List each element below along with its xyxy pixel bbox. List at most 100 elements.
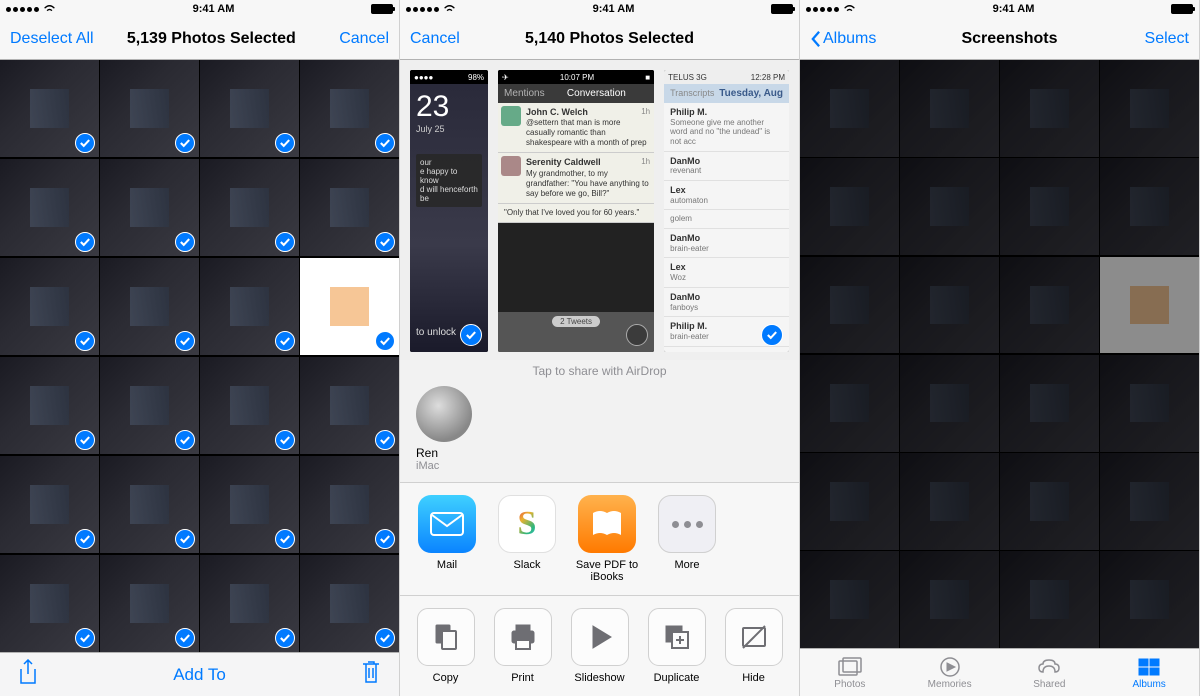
photo-thumb[interactable] (1000, 257, 1099, 354)
tab-albums[interactable]: Albums (1099, 649, 1199, 696)
preview-item[interactable]: TELUS 3G12:28 PM TranscriptsTuesday, Aug… (664, 70, 789, 352)
select-button[interactable]: Select (1129, 30, 1189, 48)
status-bar: 9:41 AM (0, 0, 399, 18)
photo-thumb[interactable] (800, 158, 899, 255)
ibooks-icon (578, 495, 636, 553)
photo-thumb[interactable] (800, 257, 899, 354)
selected-check-icon (75, 628, 95, 648)
photo-thumb[interactable] (800, 60, 899, 157)
tab-shared[interactable]: Shared (1000, 649, 1100, 696)
share-app-ibooks[interactable]: Save PDF to iBooks (574, 495, 640, 583)
photo-thumb[interactable] (0, 60, 99, 157)
airdrop-contact[interactable]: Ren iMac (400, 380, 799, 482)
photo-thumb[interactable] (200, 258, 299, 355)
tab-memories[interactable]: Memories (900, 649, 1000, 696)
photo-thumb[interactable] (1000, 551, 1099, 648)
photo-grid[interactable] (800, 60, 1199, 648)
photo-thumb[interactable] (900, 158, 999, 255)
tab-photos[interactable]: Photos (800, 649, 900, 696)
photo-thumb[interactable] (0, 456, 99, 553)
photo-thumb[interactable] (0, 258, 99, 355)
action-copy[interactable]: Copy (414, 608, 477, 684)
photo-thumb[interactable] (300, 456, 399, 553)
photo-thumb[interactable] (0, 555, 99, 652)
cancel-button[interactable]: Cancel (410, 30, 490, 48)
status-bar: 9:41 AM (800, 0, 1199, 18)
photo-thumb[interactable] (100, 357, 199, 454)
photo-thumb[interactable] (1100, 158, 1199, 255)
photo-thumb[interactable] (100, 60, 199, 157)
back-albums-button[interactable]: Albums (810, 30, 890, 48)
more-icon (658, 495, 716, 553)
photo-thumb[interactable] (100, 159, 199, 256)
action-duplicate[interactable]: Duplicate (645, 608, 708, 684)
preview-item[interactable]: ✈10:07 PM■ Mentions Conversation 1hJohn … (498, 70, 654, 352)
photo-thumb[interactable] (800, 551, 899, 648)
action-hide[interactable]: Hide (722, 608, 785, 684)
battery-icon (371, 4, 393, 14)
cancel-button[interactable]: Cancel (329, 30, 389, 48)
selected-check-icon (275, 430, 295, 450)
photo-thumb[interactable] (900, 453, 999, 550)
photo-thumb[interactable] (0, 159, 99, 256)
share-app-mail[interactable]: Mail (414, 495, 480, 583)
add-to-button[interactable]: Add To (173, 665, 226, 685)
photo-thumb[interactable] (1000, 60, 1099, 157)
photo-thumb[interactable] (300, 258, 399, 355)
share-apps-row: Mail S Slack Save PDF to iBooks More (400, 482, 799, 595)
deselect-all-button[interactable]: Deselect All (10, 30, 94, 48)
photo-thumb[interactable] (200, 555, 299, 652)
share-button[interactable] (18, 659, 38, 690)
photo-thumb[interactable] (200, 456, 299, 553)
photo-thumb[interactable] (100, 456, 199, 553)
lockscreen-date-num: 23 (416, 90, 482, 124)
photo-thumb[interactable] (900, 257, 999, 354)
photo-thumb[interactable] (300, 60, 399, 157)
photo-thumb[interactable] (200, 357, 299, 454)
slack-icon: S (498, 495, 556, 553)
selected-check-icon (375, 529, 395, 549)
photo-thumb[interactable] (1100, 257, 1199, 354)
photo-thumb[interactable] (300, 357, 399, 454)
action-print[interactable]: Print (491, 608, 554, 684)
selected-check-icon (175, 628, 195, 648)
photo-thumb[interactable] (300, 159, 399, 256)
photo-thumb[interactable] (1100, 355, 1199, 452)
photo-thumb[interactable] (1000, 453, 1099, 550)
photo-thumb[interactable] (200, 159, 299, 256)
share-actions-row: Copy Print Slideshow Duplicate Hide (400, 595, 799, 696)
photo-thumb[interactable] (100, 555, 199, 652)
photo-thumb[interactable] (100, 258, 199, 355)
photo-thumb[interactable] (900, 60, 999, 157)
wifi-icon (443, 4, 456, 14)
trash-icon (361, 659, 381, 685)
photo-thumb[interactable] (1000, 158, 1099, 255)
wifi-icon (843, 4, 856, 14)
selected-check-icon (75, 529, 95, 549)
share-app-more[interactable]: More (654, 495, 720, 583)
trash-button[interactable] (361, 659, 381, 690)
photo-thumb[interactable] (900, 551, 999, 648)
photo-grid[interactable] (0, 60, 399, 652)
photo-thumb[interactable] (1100, 453, 1199, 550)
share-app-slack[interactable]: S Slack (494, 495, 560, 583)
airdrop-avatar (416, 386, 472, 442)
photo-thumb[interactable] (0, 357, 99, 454)
action-slideshow[interactable]: Slideshow (568, 608, 631, 684)
photo-thumb[interactable] (1000, 355, 1099, 452)
photo-thumb[interactable] (1100, 60, 1199, 157)
preview-item[interactable]: ●●●●98% 23 July 25 our e happy to know d… (410, 70, 488, 352)
selected-check-icon (175, 529, 195, 549)
photo-thumb[interactable] (800, 355, 899, 452)
photos-tab-icon (837, 656, 863, 678)
selected-check-icon (75, 133, 95, 153)
preview-row[interactable]: ●●●●98% 23 July 25 our e happy to know d… (400, 60, 799, 360)
photo-thumb[interactable] (800, 453, 899, 550)
photo-thumb[interactable] (300, 555, 399, 652)
photo-thumb[interactable] (900, 355, 999, 452)
shared-tab-icon (1036, 656, 1062, 678)
photo-thumb[interactable] (200, 60, 299, 157)
photo-thumb[interactable] (1100, 551, 1199, 648)
selected-check-icon (460, 324, 482, 346)
status-time: 9:41 AM (193, 3, 235, 15)
